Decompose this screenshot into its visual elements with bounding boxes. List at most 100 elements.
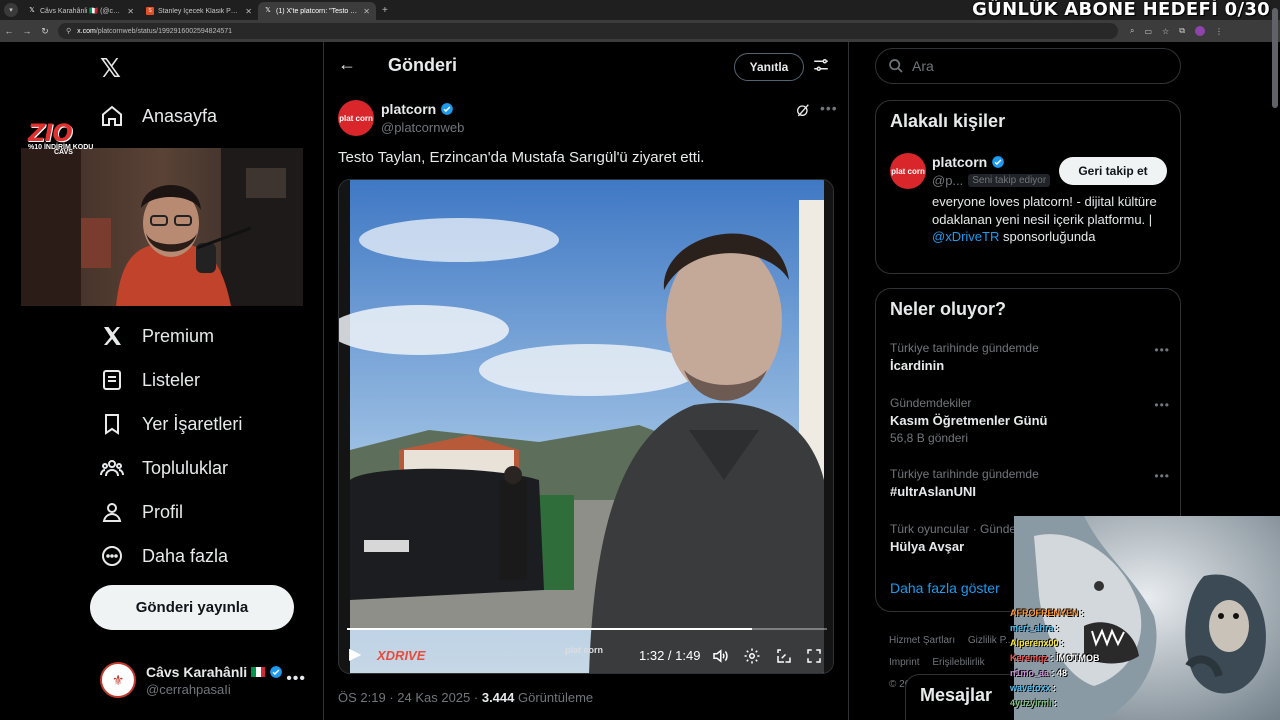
avatar[interactable]: plat corn (338, 100, 374, 136)
profile-icon[interactable] (1194, 26, 1205, 36)
reload-icon[interactable]: ↻ (36, 26, 54, 37)
search-icon (889, 59, 903, 73)
list-icon (103, 370, 121, 390)
bio-mention-link[interactable]: @xDriveTR (932, 229, 999, 244)
zoom-icon[interactable]: ⌕ (1130, 26, 1134, 36)
nav-item-home[interactable]: Anasayfa (100, 101, 217, 131)
x-logo-icon[interactable]: 𝕏 (100, 54, 121, 84)
x-premium-icon (104, 327, 121, 345)
search-bar[interactable] (875, 48, 1181, 84)
address-bar: ← → ↻ ⚲ x.com/platcornweb/status/1992916… (0, 20, 1280, 42)
post-meta: ÖS 2:19 · 24 Kas 2025 · 3.444 Görüntülem… (338, 690, 594, 705)
chat-user: 4yuzyirmi (1010, 698, 1052, 708)
avatar[interactable]: plat corn (890, 153, 926, 189)
trend-item[interactable]: Türkiye tarihinde gündemde #ultrAslanUNI… (890, 467, 1170, 499)
play-icon[interactable]: ▶ (349, 644, 361, 664)
views-label: Görüntüleme (518, 690, 594, 705)
account-name: Câvs Karahânli (146, 663, 248, 680)
author-handle[interactable]: @platcornweb (381, 120, 464, 135)
more-icon[interactable]: ••• (820, 100, 838, 116)
nav-item-lists[interactable]: Listeler (100, 365, 200, 395)
account-switcher[interactable]: ⚜ Câvs Karahânli @cerrahpasaIi ••• (100, 660, 312, 700)
back-icon[interactable]: ← (0, 26, 18, 36)
browser-tab-2[interactable]: S Stanley İçecek Klasik Paslanmaz... ✕ (140, 2, 258, 20)
chat-user: n1mo_aa (1010, 668, 1050, 678)
trend-item[interactable]: Gündemdekiler Kasım Öğretmenler Günü 56,… (890, 396, 1170, 445)
menu-icon[interactable]: ⋮ (1215, 27, 1223, 36)
video-progress-bar[interactable] (347, 628, 827, 630)
browser-tab-3[interactable]: 𝕏 (1) X'te platcorn: "Testo Taylan... ✕ (258, 2, 376, 20)
volume-icon[interactable] (711, 647, 729, 665)
grok-icon[interactable] (795, 102, 811, 118)
more-icon[interactable]: ••• (1154, 469, 1170, 483)
post-button[interactable]: Gönderi yayınla (90, 585, 294, 630)
footer-link[interactable]: Erişilebilirlik (932, 657, 984, 668)
page-scrollbar[interactable] (1272, 8, 1278, 108)
view-count: 3.444 (481, 690, 515, 705)
more-icon[interactable]: ••• (286, 670, 306, 688)
extensions-icon[interactable]: ⧉ (1179, 26, 1185, 36)
nav-item-communities[interactable]: Topluluklar (100, 453, 228, 483)
video-progress-fill (347, 628, 753, 630)
bio-tail: sponsorluğunda (999, 229, 1096, 244)
filter-settings-icon[interactable] (812, 56, 830, 74)
nav-item-premium[interactable]: Premium (100, 321, 214, 351)
verified-badge-icon (270, 665, 283, 678)
chat-user: wavetoxx (1010, 683, 1051, 693)
video-frame (339, 180, 833, 673)
footer-link[interactable]: Gizlilik P... (968, 635, 1013, 646)
tab-search-icon[interactable]: ▾ (4, 3, 18, 17)
browser-tab-1[interactable]: 𝕏 Câvs Karahânli 🇮🇹 (@cerrahpasa... ✕ (22, 2, 140, 20)
nav-label: Anasayfa (142, 105, 218, 126)
post-time[interactable]: ÖS 2:19 (338, 690, 386, 705)
related-handle[interactable]: @p... (932, 173, 963, 188)
more-icon[interactable]: ••• (1154, 343, 1170, 357)
chat-text: : İMOTMOB (1050, 653, 1100, 663)
page-title: Gönderi (388, 55, 458, 75)
trend-item[interactable]: Türkiye tarihinde gündemde İcardinin ••• (890, 341, 1170, 373)
x-icon: 𝕏 (265, 7, 271, 14)
more-icon[interactable]: ••• (1154, 398, 1170, 412)
follow-back-button[interactable]: Geri takip et (1059, 157, 1167, 185)
url-path: /platcornweb/status/1992916002594824571 (95, 27, 233, 35)
chat-message: mert_ahra : (1010, 621, 1130, 636)
footer-link[interactable]: Imprint (889, 657, 920, 668)
close-tab-icon[interactable]: ✕ (245, 7, 252, 16)
author-name[interactable]: platcorn (381, 101, 436, 117)
cast-icon[interactable]: ▭ (1144, 27, 1152, 36)
nav-item-more[interactable]: Daha fazla (100, 541, 228, 571)
related-name[interactable]: platcorn (932, 154, 987, 170)
new-tab-icon[interactable]: + (382, 5, 388, 16)
settings-gear-icon[interactable] (743, 647, 761, 665)
search-input[interactable] (912, 58, 1152, 74)
trend-name: Kasım Öğretmenler Günü (890, 413, 1048, 428)
back-arrow-icon[interactable]: ← (338, 54, 356, 75)
close-tab-icon[interactable]: ✕ (363, 7, 370, 16)
star-icon[interactable]: ☆ (1162, 27, 1169, 36)
bio-text: everyone loves platcorn! - dijital kültü… (932, 194, 1157, 227)
close-tab-icon[interactable]: ✕ (127, 7, 134, 16)
fullscreen-icon[interactable] (805, 647, 823, 665)
site-info-icon[interactable]: ⚲ (66, 27, 71, 35)
nav-label: Profil (142, 501, 184, 522)
zio-logo: ZIO (28, 119, 73, 147)
show-more-link[interactable]: Daha fazla göster (890, 580, 1000, 596)
url-field[interactable]: ⚲ x.com/platcornweb/status/1992916002594… (58, 23, 1118, 39)
post-date[interactable]: 24 Kas 2025 (397, 690, 470, 705)
footer-link[interactable]: Hizmet Şartları (889, 635, 955, 646)
chat-text: : (1061, 638, 1065, 648)
forward-icon[interactable]: → (18, 26, 36, 36)
reply-button[interactable]: Yanıtla (734, 53, 804, 81)
more-circle-icon (102, 546, 122, 566)
video-player[interactable]: ▶ XDRIVE plat corn 1:32 / 1:49 (338, 179, 834, 674)
picture-in-picture-icon[interactable] (775, 647, 793, 665)
avatar: ⚜ (100, 662, 136, 698)
nav-label: Yer İşaretleri (142, 413, 243, 434)
messages-drawer[interactable]: Mesajlar (905, 674, 1025, 720)
chat-text: : (1081, 608, 1085, 618)
chat-text: : (1056, 623, 1060, 633)
nav-item-bookmarks[interactable]: Yer İşaretleri (100, 409, 242, 439)
nav-item-profile[interactable]: Profil (100, 497, 183, 527)
trend-context: Gündemdekiler (890, 396, 972, 410)
account-handle: @cerrahpasaIi (146, 681, 231, 697)
